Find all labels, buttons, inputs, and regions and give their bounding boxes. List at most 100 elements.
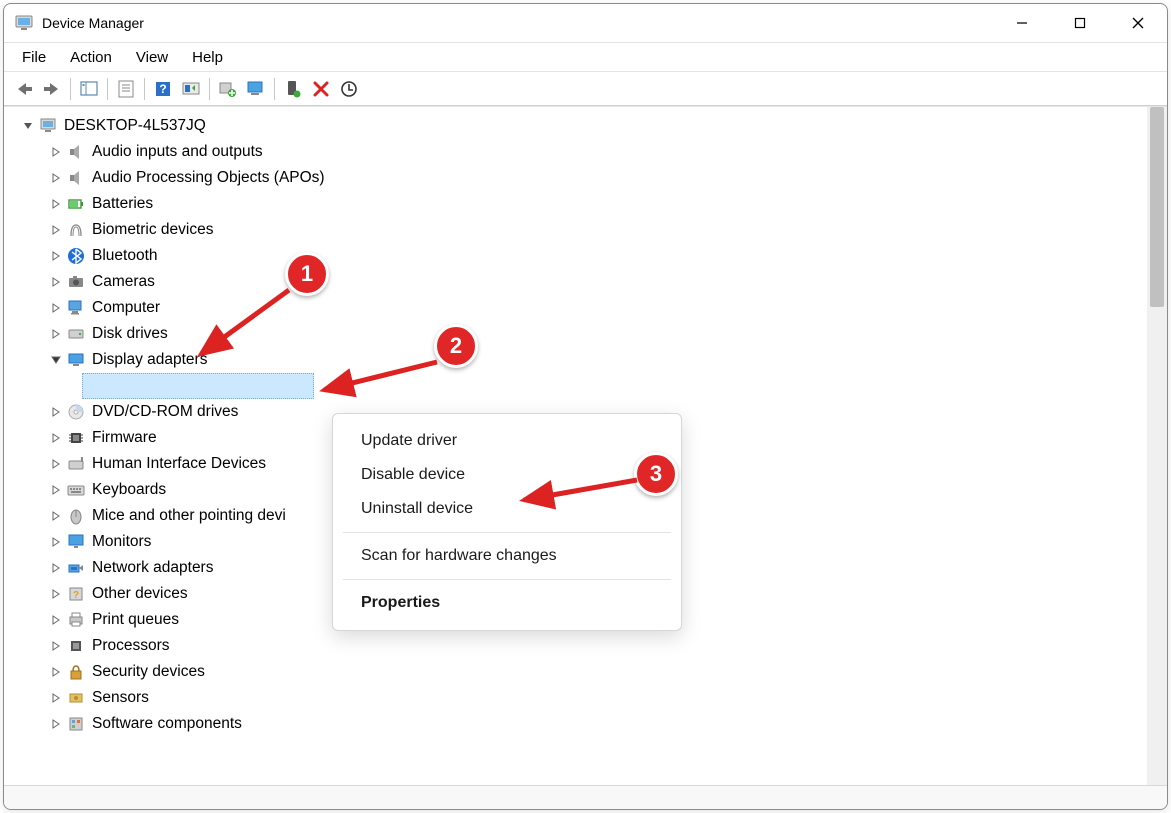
tree-category[interactable]: Bluetooth — [12, 243, 1147, 269]
chevron-right-icon[interactable] — [48, 456, 64, 472]
chevron-right-icon[interactable] — [48, 274, 64, 290]
action-center-button[interactable] — [177, 75, 205, 103]
close-button[interactable] — [1109, 4, 1167, 42]
chevron-down-icon[interactable] — [20, 118, 36, 134]
finger-icon — [66, 220, 86, 240]
display-icon — [66, 350, 86, 370]
help-button[interactable]: ? — [149, 75, 177, 103]
cpu-icon — [66, 636, 86, 656]
menu-action[interactable]: Action — [58, 43, 124, 71]
chevron-right-icon[interactable] — [48, 430, 64, 446]
chevron-right-icon[interactable] — [48, 404, 64, 420]
chevron-right-icon[interactable] — [48, 560, 64, 576]
chevron-right-icon[interactable] — [48, 586, 64, 602]
chevron-right-icon[interactable] — [48, 144, 64, 160]
chevron-right-icon[interactable] — [48, 196, 64, 212]
tree-root[interactable]: DESKTOP-4L537JQ — [12, 113, 1147, 139]
monitor-icon — [66, 532, 86, 552]
toolbar: ? — [4, 72, 1167, 106]
maximize-button[interactable] — [1051, 4, 1109, 42]
tree-category[interactable]: Display adapters — [12, 347, 1147, 373]
camera-icon — [66, 272, 86, 292]
chevron-right-icon[interactable] — [48, 170, 64, 186]
chevron-right-icon[interactable] — [48, 716, 64, 732]
tree-category[interactable]: Sensors — [12, 685, 1147, 711]
tree-category-label: Audio inputs and outputs — [92, 143, 263, 161]
svg-text:?: ? — [159, 82, 166, 96]
chevron-right-icon[interactable] — [48, 482, 64, 498]
tree-category-label: Processors — [92, 637, 170, 655]
mouse-icon — [66, 506, 86, 526]
pc-icon — [66, 298, 86, 318]
printer-icon — [66, 610, 86, 630]
cm-scan-hardware[interactable]: Scan for hardware changes — [333, 539, 681, 573]
chevron-down-icon[interactable] — [48, 352, 64, 368]
menubar: File Action View Help — [4, 42, 1167, 72]
tree-category-label: Software components — [92, 715, 242, 733]
tree-category-label: Disk drives — [92, 325, 168, 343]
minimize-button[interactable] — [993, 4, 1051, 42]
tree-category[interactable]: Biometric devices — [12, 217, 1147, 243]
properties-button[interactable] — [112, 75, 140, 103]
window-title: Device Manager — [42, 15, 144, 31]
speaker-icon — [66, 168, 86, 188]
tree-category-label: Audio Processing Objects (APOs) — [92, 169, 325, 187]
speaker-icon — [66, 142, 86, 162]
cm-uninstall-device[interactable]: Uninstall device — [333, 492, 681, 526]
cd-icon — [66, 402, 86, 422]
chevron-right-icon[interactable] — [48, 638, 64, 654]
menu-view[interactable]: View — [124, 43, 180, 71]
tree-category-label: Sensors — [92, 689, 149, 707]
chevron-right-icon[interactable] — [48, 508, 64, 524]
chevron-right-icon[interactable] — [48, 690, 64, 706]
cm-separator — [343, 579, 671, 580]
cm-properties[interactable]: Properties — [333, 586, 681, 620]
update-driver-button[interactable] — [214, 75, 242, 103]
chevron-right-icon[interactable] — [48, 248, 64, 264]
back-button[interactable] — [10, 75, 38, 103]
statusbar — [4, 785, 1167, 809]
tree-category[interactable]: Computer — [12, 295, 1147, 321]
tree-category[interactable]: Audio Processing Objects (APOs) — [12, 165, 1147, 191]
tree-category[interactable]: Processors — [12, 633, 1147, 659]
tree-category-label: Network adapters — [92, 559, 213, 577]
forward-button[interactable] — [38, 75, 66, 103]
disable-device-button[interactable] — [335, 75, 363, 103]
chevron-right-icon[interactable] — [48, 326, 64, 342]
software-icon — [66, 714, 86, 734]
computer-icon — [38, 116, 58, 136]
network-icon — [66, 558, 86, 578]
chevron-right-icon[interactable] — [48, 612, 64, 628]
uninstall-device-button[interactable] — [307, 75, 335, 103]
chevron-right-icon[interactable] — [48, 534, 64, 550]
menu-file[interactable]: File — [10, 43, 58, 71]
chevron-right-icon[interactable] — [48, 222, 64, 238]
tree-category-label: Human Interface Devices — [92, 455, 266, 473]
chevron-right-icon[interactable] — [48, 300, 64, 316]
menu-help[interactable]: Help — [180, 43, 235, 71]
sensor-icon — [66, 688, 86, 708]
tree-category[interactable]: Audio inputs and outputs — [12, 139, 1147, 165]
scan-hardware-button[interactable] — [242, 75, 270, 103]
context-menu: Update driver Disable device Uninstall d… — [332, 413, 682, 631]
tree-category-label: DVD/CD-ROM drives — [92, 403, 238, 421]
show-hide-console-tree-button[interactable] — [75, 75, 103, 103]
battery-icon — [66, 194, 86, 214]
bluetooth-icon — [66, 246, 86, 266]
enable-device-button[interactable] — [279, 75, 307, 103]
tree-category[interactable]: Disk drives — [12, 321, 1147, 347]
tree-category[interactable]: Software components — [12, 711, 1147, 737]
tree-category[interactable]: Batteries — [12, 191, 1147, 217]
device-manager-window: Device Manager File Action View Help ? — [3, 3, 1168, 810]
tree-selected-device[interactable] — [12, 373, 1147, 399]
tree-category[interactable]: Security devices — [12, 659, 1147, 685]
tree-root-label: DESKTOP-4L537JQ — [64, 117, 206, 135]
lock-icon — [66, 662, 86, 682]
chip-icon — [66, 428, 86, 448]
cm-disable-device[interactable]: Disable device — [333, 458, 681, 492]
vertical-scrollbar[interactable] — [1147, 107, 1167, 785]
tree-category[interactable]: Cameras — [12, 269, 1147, 295]
titlebar: Device Manager — [4, 4, 1167, 42]
chevron-right-icon[interactable] — [48, 664, 64, 680]
cm-update-driver[interactable]: Update driver — [333, 424, 681, 458]
